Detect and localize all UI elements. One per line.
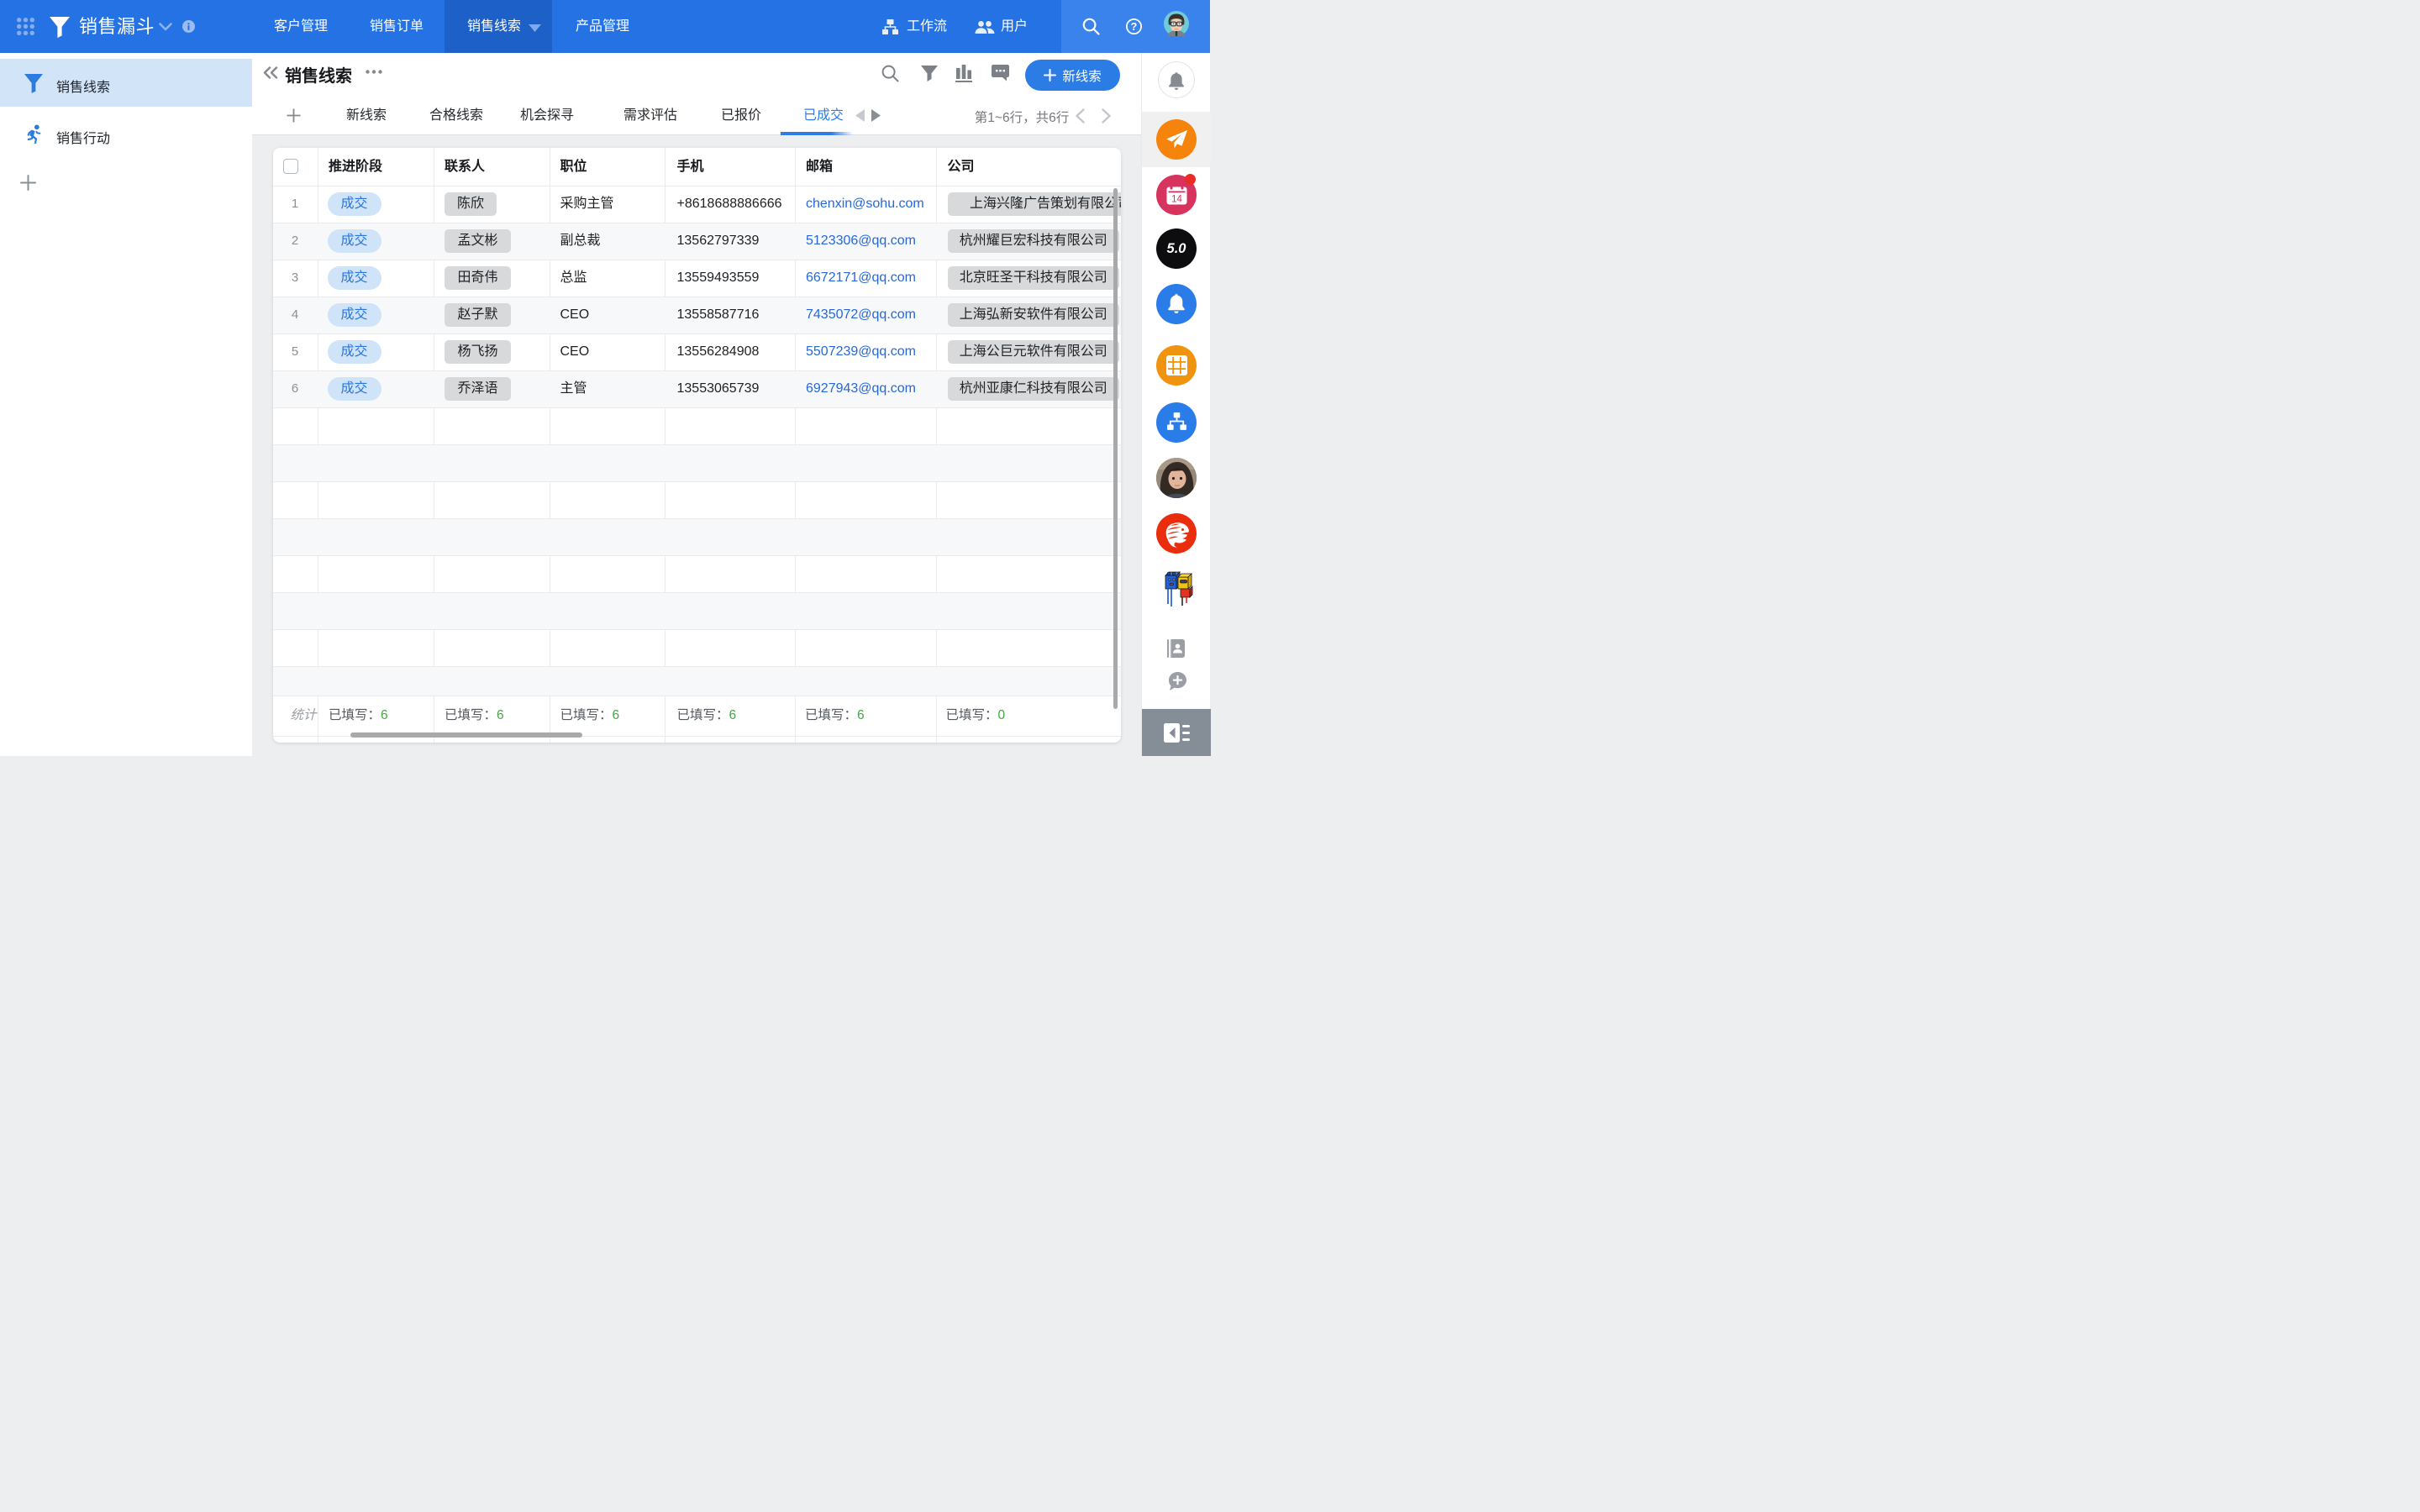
svg-text:14: 14 bbox=[1171, 195, 1182, 205]
svg-text:?: ? bbox=[1130, 21, 1137, 33]
